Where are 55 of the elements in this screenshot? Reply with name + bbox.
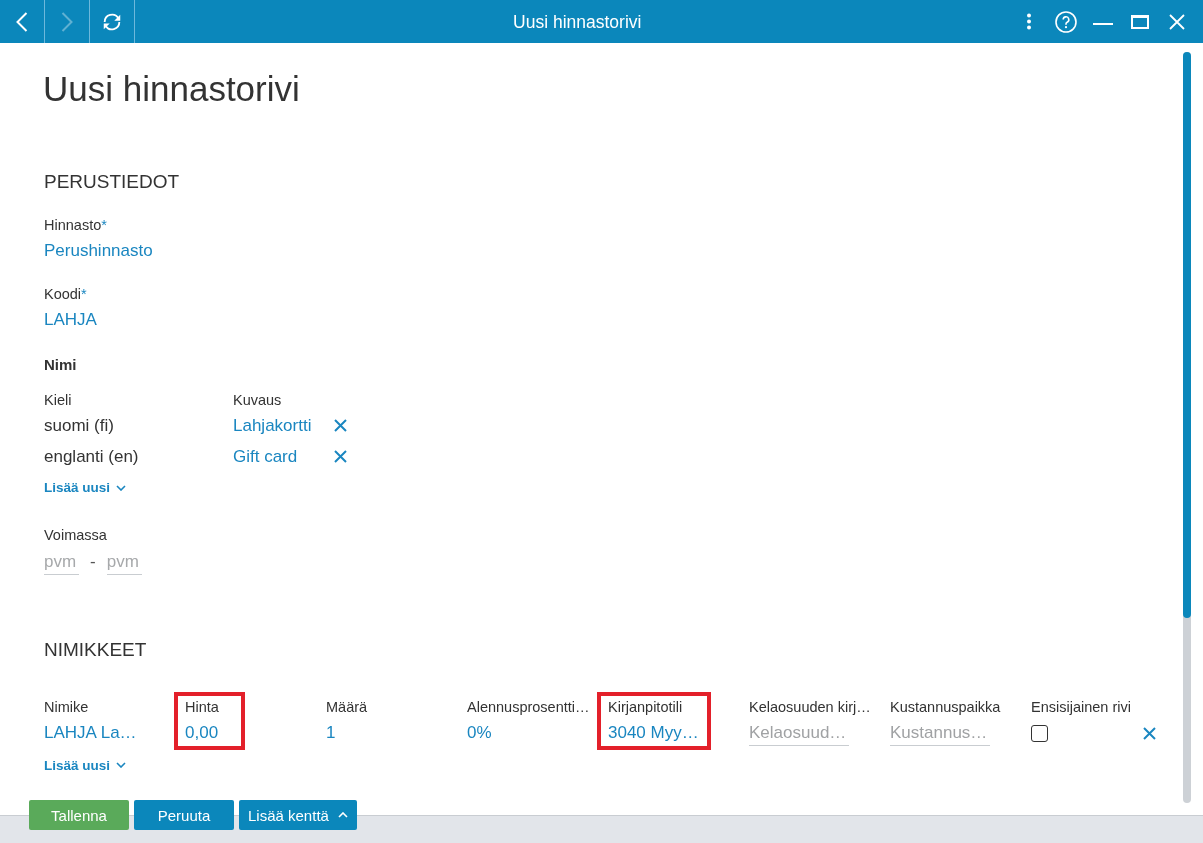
cell-value[interactable]: 3040 Myy… [608, 721, 699, 745]
cell-value[interactable]: 0% [467, 721, 492, 745]
language-text: englanti (en) [44, 445, 139, 468]
column-header: Kuvaus [233, 391, 282, 410]
add-new-link[interactable]: Lisää uusi [44, 753, 127, 777]
add-new-link[interactable]: Lisää uusi [44, 472, 127, 503]
section-heading: NIMIKKEET [44, 638, 147, 662]
window-title: Uusi hinnastorivi [513, 10, 642, 33]
column-header: Kelaosuuden kirj… [749, 698, 871, 717]
chevron-up-icon [337, 812, 348, 818]
scrollbar[interactable] [1183, 52, 1191, 803]
date-input[interactable]: pvm [44, 550, 79, 575]
minimize-icon[interactable] [1093, 22, 1113, 25]
scrollbar-thumb[interactable] [1183, 52, 1191, 618]
maximize-icon[interactable] [1131, 15, 1149, 29]
more-icon[interactable] [1026, 13, 1032, 30]
close-icon[interactable] [1169, 13, 1185, 30]
subsection-heading: Nimi [44, 355, 77, 375]
date-input[interactable]: pvm [106, 550, 142, 575]
column-header: Kirjanpitotili [608, 698, 683, 717]
x-icon[interactable] [334, 450, 347, 463]
description-value[interactable]: Gift card [233, 444, 298, 469]
field-label: Koodi* [44, 285, 87, 304]
checkbox[interactable] [1031, 724, 1048, 742]
chevron-down-icon [116, 484, 127, 491]
cancel-button[interactable]: Peruuta [134, 800, 234, 830]
section-heading: PERUSTIEDOT [44, 170, 180, 194]
save-button[interactable]: Tallenna [29, 800, 129, 830]
description-value[interactable]: Lahjakortti [233, 413, 312, 438]
help-icon[interactable] [1055, 10, 1077, 33]
field-label: Hinnasto* [44, 216, 107, 235]
date-separator: - [90, 551, 96, 573]
x-icon[interactable] [1143, 726, 1156, 740]
column-header: Ensisijainen rivi [1031, 698, 1131, 717]
cell-value[interactable]: 1 [326, 721, 336, 745]
x-icon[interactable] [334, 419, 347, 432]
column-header: Kieli [44, 391, 72, 410]
cell-value[interactable]: 0,00 [185, 721, 219, 745]
column-header: Määrä [326, 698, 368, 717]
field-label: Voimassa [44, 526, 107, 545]
column-header: Alennusprosentti… [467, 698, 590, 717]
input-field[interactable]: Kelaosuud… [749, 721, 849, 746]
page-heading: Uusi hinnastorivi [43, 68, 300, 110]
field-value[interactable]: Perushinnasto [44, 239, 153, 263]
input-field[interactable]: Kustannus… [890, 721, 990, 746]
add-field-button[interactable]: Lisää kenttä [239, 800, 357, 830]
language-text: suomi (fi) [44, 414, 114, 437]
column-header: Hinta [185, 698, 219, 717]
chevron-right-icon [61, 11, 73, 32]
chevron-down-icon [116, 762, 127, 768]
field-value[interactable]: LAHJA [44, 308, 97, 332]
column-header: Nimike [44, 698, 89, 717]
chevron-left-icon [16, 11, 28, 32]
cell-value[interactable]: LAHJA La… [44, 721, 137, 745]
column-header: Kustannuspaikka [890, 698, 1001, 717]
